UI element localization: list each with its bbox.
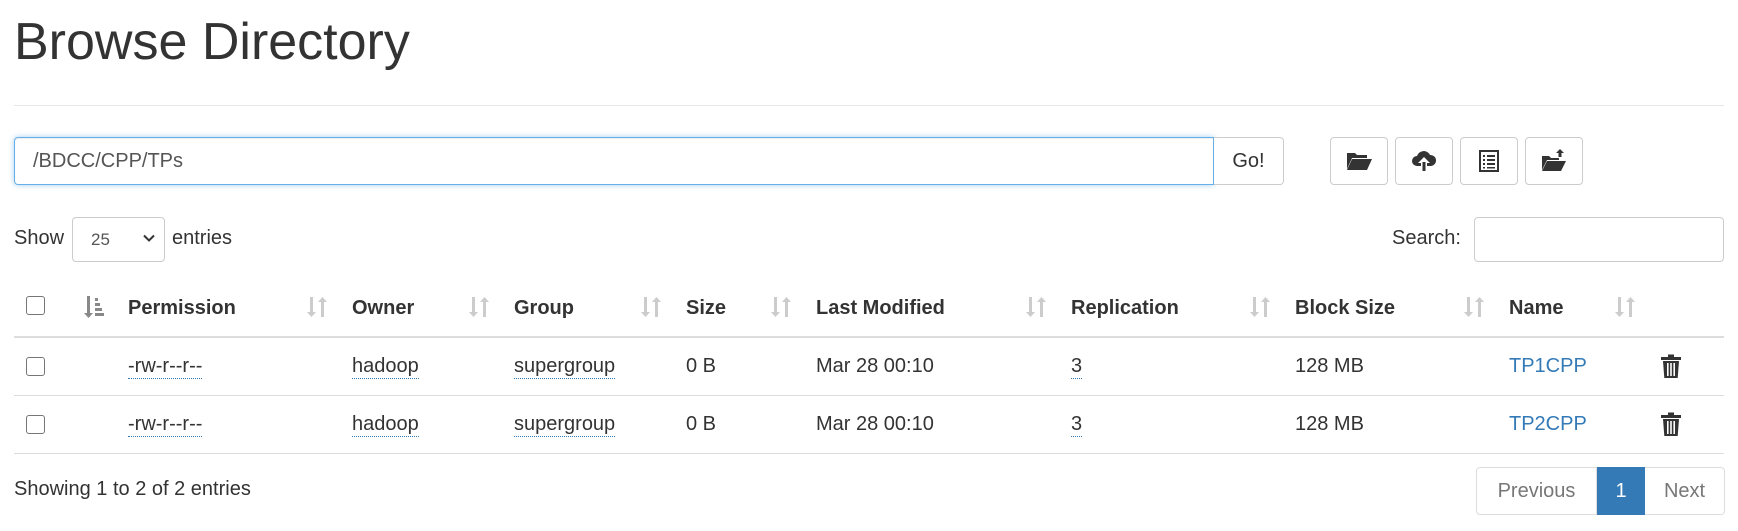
table-row: -rw-r--r-- hadoop supergroup 0 B Mar 28 … <box>14 338 1724 396</box>
sort-both-icon[interactable] <box>1025 294 1047 320</box>
sort-both-icon[interactable] <box>640 294 662 320</box>
size-value: 0 B <box>686 413 717 435</box>
group-value[interactable]: supergroup <box>514 413 616 437</box>
title-divider <box>14 105 1724 106</box>
page-title: Browse Directory <box>14 13 410 71</box>
entries-per-page-select[interactable]: 25 <box>72 217 165 262</box>
search-label: Search: <box>1392 227 1461 249</box>
sort-both-icon[interactable] <box>1249 294 1271 320</box>
search-input[interactable] <box>1474 217 1724 262</box>
previous-page-button[interactable]: Previous <box>1476 467 1597 515</box>
folder-upload-button[interactable] <box>1525 137 1583 185</box>
trash-icon[interactable] <box>1660 412 1682 437</box>
sort-ascending-icon[interactable] <box>82 294 104 320</box>
replication-value[interactable]: 3 <box>1071 413 1083 437</box>
table-header: Permission Owner Group Size Last Modifie… <box>14 280 1724 338</box>
explorer-view-button[interactable] <box>1460 137 1518 185</box>
column-header-group[interactable]: Group <box>514 280 574 336</box>
size-value: 0 B <box>686 355 717 377</box>
owner-value[interactable]: hadoop <box>352 413 419 437</box>
select-all-checkbox[interactable] <box>26 296 45 315</box>
column-header-permission[interactable]: Permission <box>128 280 236 336</box>
entries-label: entries <box>172 227 233 249</box>
chevron-down-icon <box>143 234 155 242</box>
last-modified-value: Mar 28 00:10 <box>816 355 934 377</box>
file-table: Permission Owner Group Size Last Modifie… <box>14 280 1724 454</box>
column-header-replication[interactable]: Replication <box>1071 280 1179 336</box>
page-1-button[interactable]: 1 <box>1597 467 1645 515</box>
folder-upload-icon <box>1542 149 1566 171</box>
column-header-block-size[interactable]: Block Size <box>1295 280 1395 336</box>
last-modified-value: Mar 28 00:10 <box>816 413 934 435</box>
column-header-last-modified[interactable]: Last Modified <box>816 280 945 336</box>
table-row: -rw-r--r-- hadoop supergroup 0 B Mar 28 … <box>14 396 1724 454</box>
group-value[interactable]: supergroup <box>514 355 616 379</box>
sort-both-icon[interactable] <box>770 294 792 320</box>
table-info: Showing 1 to 2 of 2 entries <box>14 478 251 500</box>
entries-select-value: 25 <box>91 229 110 249</box>
create-directory-button[interactable] <box>1330 137 1388 185</box>
column-header-size[interactable]: Size <box>686 280 726 336</box>
file-name-link[interactable]: TP1CPP <box>1509 338 1587 395</box>
sort-both-icon[interactable] <box>468 294 490 320</box>
row-checkbox[interactable] <box>26 357 45 376</box>
column-header-name[interactable]: Name <box>1509 280 1563 336</box>
sort-both-icon[interactable] <box>1463 294 1485 320</box>
column-header-owner[interactable]: Owner <box>352 280 414 336</box>
upload-button[interactable] <box>1395 137 1453 185</box>
next-page-button[interactable]: Next <box>1645 467 1725 515</box>
block-size-value: 128 MB <box>1295 355 1364 377</box>
permission-value[interactable]: -rw-r--r-- <box>128 355 203 379</box>
trash-icon[interactable] <box>1660 354 1682 379</box>
list-alt-icon <box>1479 150 1499 172</box>
sort-both-icon[interactable] <box>306 294 328 320</box>
file-name-link[interactable]: TP2CPP <box>1509 396 1587 453</box>
show-label: Show <box>14 227 65 249</box>
block-size-value: 128 MB <box>1295 413 1364 435</box>
cloud-upload-icon <box>1412 151 1437 171</box>
browse-directory-page: Browse Directory Go! Show 25 <box>0 0 1738 531</box>
permission-value[interactable]: -rw-r--r-- <box>128 413 203 437</box>
owner-value[interactable]: hadoop <box>352 355 419 379</box>
pagination: Previous 1 Next <box>1476 467 1725 515</box>
folder-open-icon <box>1347 153 1372 170</box>
go-button[interactable]: Go! <box>1214 137 1284 185</box>
sort-both-icon[interactable] <box>1614 294 1636 320</box>
replication-value[interactable]: 3 <box>1071 355 1083 379</box>
row-checkbox[interactable] <box>26 415 45 434</box>
directory-path-input[interactable] <box>14 137 1214 185</box>
